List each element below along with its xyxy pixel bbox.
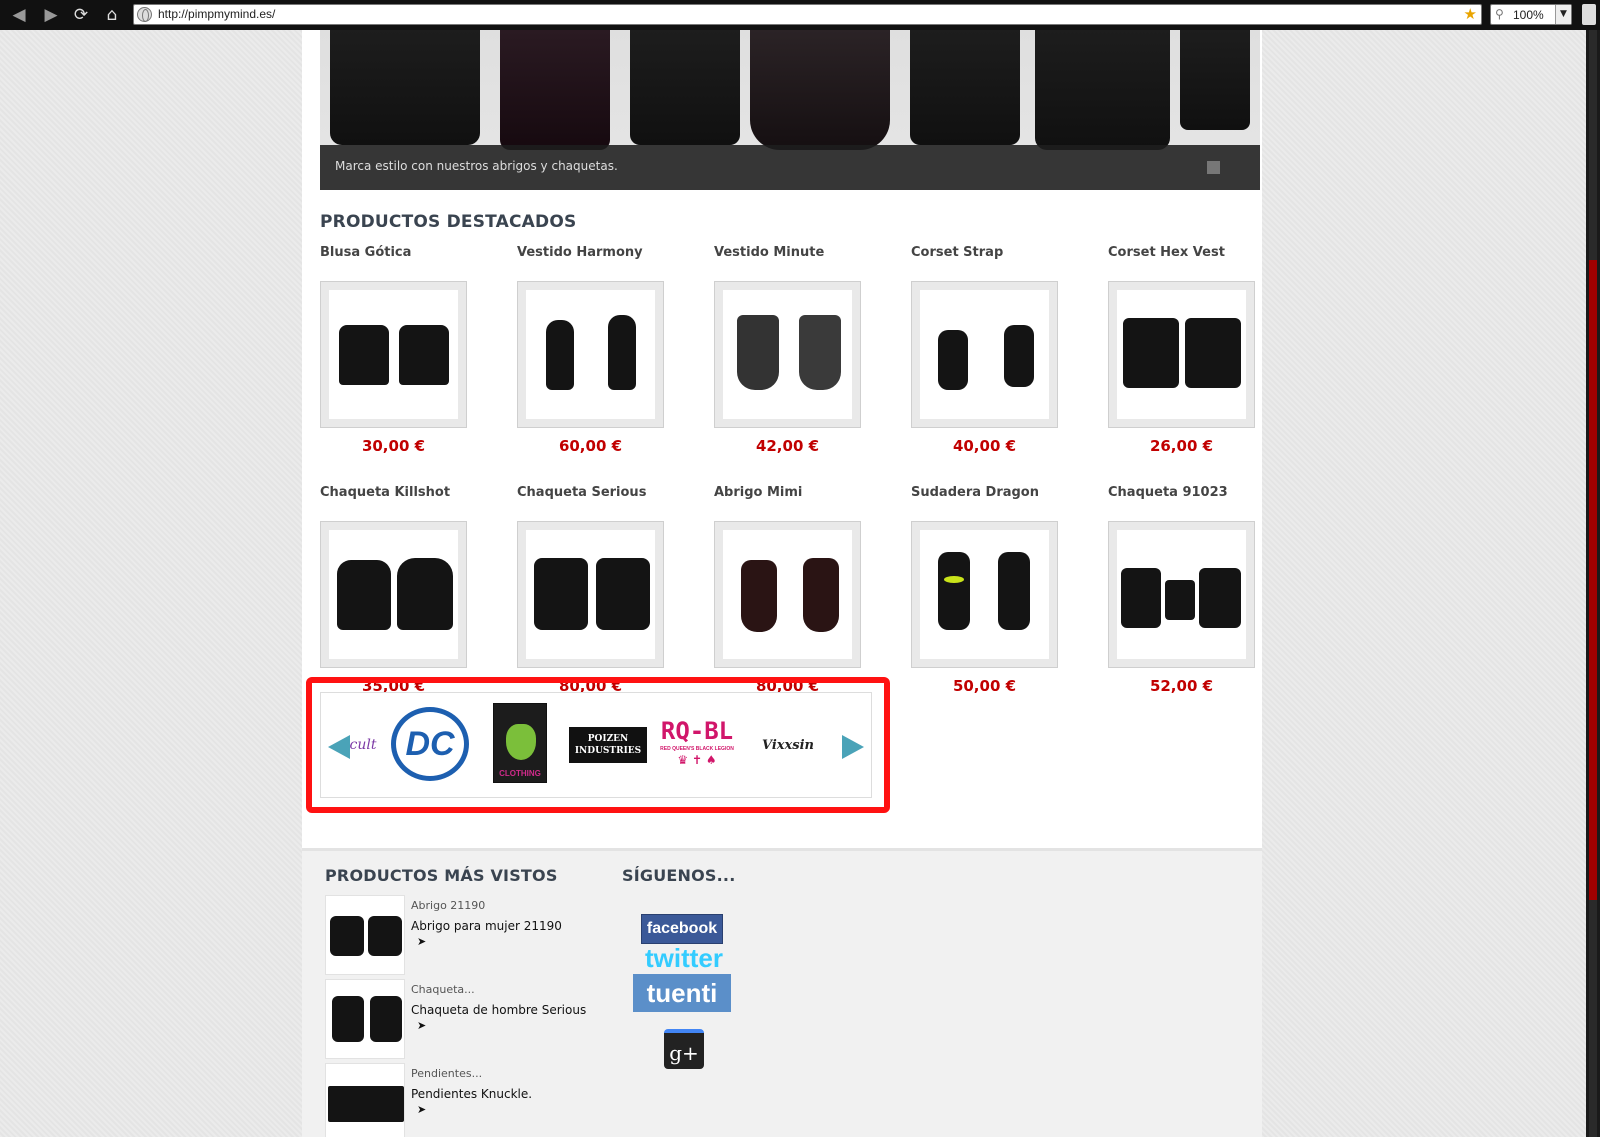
most-viewed-thumb[interactable] — [325, 895, 405, 975]
most-viewed-title: PRODUCTOS MÁS VISTOS — [325, 866, 558, 885]
product-name[interactable]: Chaqueta 91023 — [1108, 485, 1228, 500]
browser-toolbar: ◀ ▶ ⟳ ⌂ http://pimpmymind.es/ ★ ⚲ 100% ▼ — [0, 0, 1600, 30]
most-viewed-thumb[interactable] — [325, 1063, 405, 1137]
hero-caption-bar: Marca estilo con nuestros abrigos y chaq… — [320, 145, 1260, 190]
product-image[interactable] — [1108, 521, 1255, 668]
product-name[interactable]: Chaqueta Serious — [517, 485, 646, 500]
product-image[interactable] — [320, 281, 467, 428]
google-plus-logo[interactable]: g+ — [664, 1029, 704, 1069]
product-name[interactable]: Corset Strap — [911, 245, 1003, 260]
most-viewed-item[interactable]: Chaqueta... Chaqueta de hombre Serious ➤ — [325, 979, 655, 1059]
product-price: 60,00 € — [558, 437, 623, 455]
product-name[interactable]: Blusa Gótica — [320, 245, 411, 260]
product-image[interactable] — [714, 281, 861, 428]
home-icon[interactable]: ⌂ — [101, 4, 123, 26]
facebook-logo[interactable]: facebook — [641, 914, 723, 944]
most-viewed-category: Abrigo 21190 — [411, 899, 486, 912]
product-image[interactable] — [320, 521, 467, 668]
bottom-section: PRODUCTOS MÁS VISTOS Abrigo 21190 Abrigo… — [302, 848, 1262, 1137]
back-arrow-icon[interactable]: ◀ — [8, 4, 30, 26]
hero-coat-image — [1180, 30, 1250, 130]
globe-icon — [137, 7, 152, 22]
product-image[interactable] — [911, 281, 1058, 428]
page-content: Marca estilo con nuestros abrigos y chaq… — [302, 30, 1262, 1137]
product-name[interactable]: Sudadera Dragon — [911, 485, 1039, 500]
zoom-level: 100% — [1513, 8, 1544, 22]
hero-caption-text: Marca estilo con nuestros abrigos y chaq… — [335, 159, 618, 173]
tuenti-logo[interactable]: tuenti — [633, 974, 731, 1012]
zoom-control[interactable]: ⚲ 100% ▼ — [1490, 4, 1572, 25]
most-viewed-thumb[interactable] — [325, 979, 405, 1059]
arrow-right-icon[interactable]: ➤ — [417, 1103, 426, 1116]
menu-button[interactable] — [1582, 4, 1596, 25]
hero-coat-image — [910, 30, 1020, 145]
most-viewed-name[interactable]: Pendientes Knuckle. — [411, 1087, 532, 1101]
product-image[interactable] — [517, 521, 664, 668]
product-price: 30,00 € — [361, 437, 426, 455]
product-image[interactable] — [1108, 281, 1255, 428]
address-bar-url: http://pimpmymind.es/ — [158, 7, 276, 21]
vertical-scrollbar[interactable] — [1586, 30, 1600, 1137]
product-name[interactable]: Vestido Harmony — [517, 245, 643, 260]
arrow-right-icon[interactable]: ➤ — [417, 1019, 426, 1032]
product-image[interactable] — [714, 521, 861, 668]
address-bar[interactable]: http://pimpmymind.es/ ★ — [133, 4, 1482, 25]
most-viewed-name[interactable]: Chaqueta de hombre Serious — [411, 1003, 586, 1017]
most-viewed-category: Pendientes... — [411, 1067, 483, 1080]
hero-coat-image — [630, 30, 740, 145]
arrow-right-icon[interactable]: ➤ — [417, 935, 426, 948]
product-name[interactable]: Corset Hex Vest — [1108, 245, 1225, 260]
product-price: 52,00 € — [1149, 677, 1214, 695]
most-viewed-item[interactable]: Pendientes... Pendientes Knuckle. ➤ — [325, 1063, 655, 1137]
slider-pause-icon[interactable] — [1207, 161, 1220, 174]
twitter-logo[interactable]: twitter — [626, 944, 742, 972]
most-viewed-item[interactable]: Abrigo 21190 Abrigo para mujer 21190 ➤ — [325, 895, 655, 975]
product-name[interactable]: Chaqueta Killshot — [320, 485, 450, 500]
product-name[interactable]: Abrigo Mimi — [714, 485, 802, 500]
product-price: 26,00 € — [1149, 437, 1214, 455]
hero-coat-image — [330, 30, 480, 145]
product-price: 40,00 € — [952, 437, 1017, 455]
bookmark-star-icon[interactable]: ★ — [1464, 5, 1477, 23]
scrollbar-thumb[interactable] — [1589, 260, 1597, 900]
hero-coat-image — [750, 30, 890, 150]
magnifier-icon: ⚲ — [1495, 7, 1504, 21]
most-viewed-name[interactable]: Abrigo para mujer 21190 — [411, 919, 562, 933]
chevron-down-icon[interactable]: ▼ — [1555, 5, 1571, 24]
product-image[interactable] — [911, 521, 1058, 668]
most-viewed-category: Chaqueta... — [411, 983, 475, 996]
forward-arrow-icon[interactable]: ▶ — [40, 4, 62, 26]
featured-title: PRODUCTOS DESTACADOS — [320, 212, 577, 232]
reload-icon[interactable]: ⟳ — [70, 4, 92, 26]
hero-coat-image — [500, 30, 610, 150]
follow-title: SÍGUENOS... — [622, 866, 736, 885]
product-price: 42,00 € — [755, 437, 820, 455]
product-image[interactable] — [517, 281, 664, 428]
highlight-box — [306, 677, 890, 813]
product-price: 50,00 € — [952, 677, 1017, 695]
hero-coat-image — [1035, 30, 1170, 150]
product-name[interactable]: Vestido Minute — [714, 245, 824, 260]
hero-slider[interactable]: Marca estilo con nuestros abrigos y chaq… — [320, 30, 1260, 190]
page-viewport: Marca estilo con nuestros abrigos y chaq… — [0, 30, 1586, 1137]
